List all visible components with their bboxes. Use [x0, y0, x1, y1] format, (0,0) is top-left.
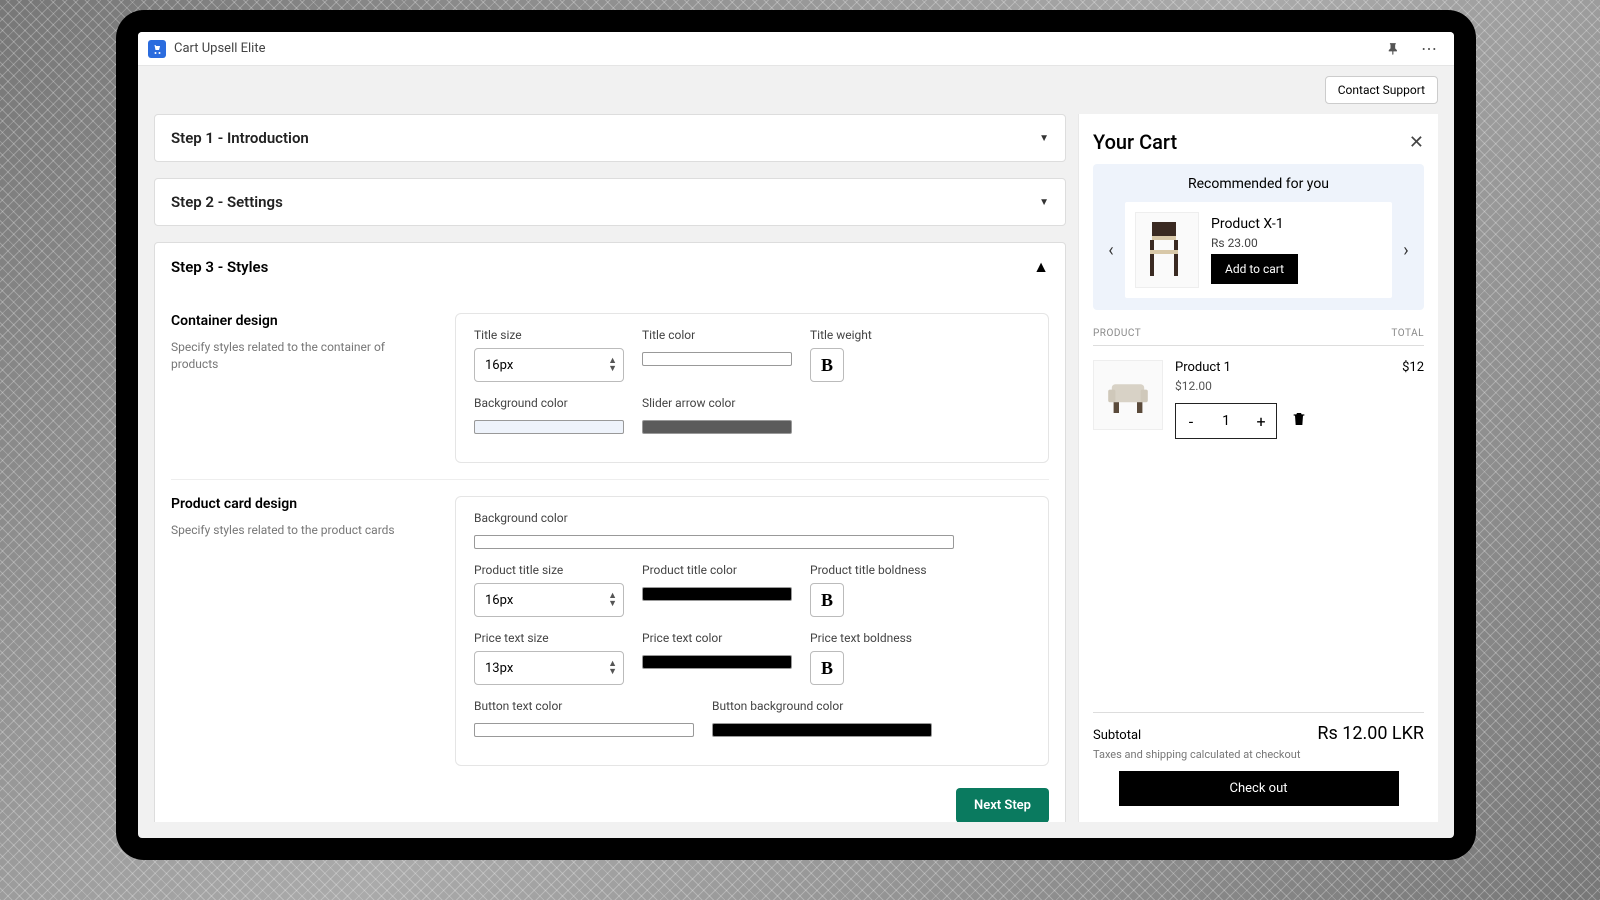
qty-stepper: - 1 +	[1175, 403, 1277, 439]
container-bg-label: Background color	[474, 396, 624, 410]
title-size-select[interactable]: 16px ▲▼	[474, 348, 624, 382]
price-bold-label: Price text boldness	[810, 631, 912, 645]
reco-name: Product X-1	[1211, 216, 1382, 232]
price-color-label: Price text color	[642, 631, 792, 645]
ptitle-size-select[interactable]: 16px ▲▼	[474, 583, 624, 617]
cart-thumb	[1093, 360, 1163, 430]
select-arrows-icon: ▲▼	[608, 660, 617, 676]
product-card-desc: Specify styles related to the product ca…	[171, 522, 431, 539]
close-icon[interactable]: ✕	[1409, 132, 1424, 153]
screen: Cart Upsell Elite ⋯ Contact Support Step…	[138, 32, 1454, 838]
container-design-desc: Specify styles related to the container …	[171, 339, 431, 373]
cart-columns: PRODUCT TOTAL	[1093, 328, 1424, 346]
tax-note: Taxes and shipping calculated at checkou…	[1093, 748, 1424, 761]
cart-item-name: Product 1	[1175, 360, 1390, 375]
title-size-label: Title size	[474, 328, 624, 342]
card-bg-label: Background color	[474, 511, 1030, 525]
ptitle-color-label: Product title color	[642, 563, 792, 577]
btn-bg-swatch[interactable]	[712, 723, 932, 737]
chevron-down-icon: ▼	[1039, 197, 1049, 208]
price-size-select[interactable]: 13px ▲▼	[474, 651, 624, 685]
container-design-title: Container design	[171, 313, 431, 329]
btn-text-color-label: Button text color	[474, 699, 694, 713]
title-weight-label: Title weight	[810, 328, 872, 342]
ptitle-color-swatch[interactable]	[642, 587, 792, 601]
product-card-title: Product card design	[171, 496, 431, 512]
step-2-label: Step 2 - Settings	[171, 193, 283, 211]
select-arrows-icon: ▲▼	[608, 592, 617, 608]
trash-icon[interactable]	[1291, 410, 1307, 432]
slider-prev-icon[interactable]: ‹	[1101, 240, 1121, 261]
config-column: Step 1 - Introduction ▼ Step 2 - Setting…	[154, 114, 1078, 822]
more-icon[interactable]: ⋯	[1415, 39, 1444, 58]
cart-line-total: $12	[1402, 360, 1424, 439]
select-arrows-icon: ▲▼	[608, 357, 617, 373]
add-to-cart-button[interactable]: Add to cart	[1211, 254, 1298, 284]
cart-title: Your Cart	[1093, 130, 1177, 154]
arrow-color-swatch[interactable]	[642, 420, 792, 434]
container-design-section: Container design Specify styles related …	[171, 297, 1049, 479]
cart-footer: Subtotal Rs 12.00 LKR Taxes and shipping…	[1093, 712, 1424, 806]
subtotal-value: Rs 12.00 LKR	[1317, 723, 1424, 744]
step-3-panel: Step 3 - Styles ▲ Container design Speci…	[154, 242, 1066, 822]
recommendation-block: Recommended for you ‹ Product X-1 Rs 23.…	[1093, 164, 1424, 310]
next-step-button[interactable]: Next Step	[956, 788, 1049, 822]
app-icon	[148, 40, 166, 58]
reco-card: Product X-1 Rs 23.00 Add to cart	[1125, 202, 1392, 298]
card-bg-swatch[interactable]	[474, 535, 954, 549]
ptitle-bold-toggle[interactable]: B	[810, 583, 844, 617]
arrow-color-label: Slider arrow color	[642, 396, 792, 410]
reco-thumb	[1135, 212, 1199, 288]
cart-line: Product 1 $12.00 - 1 + $12	[1093, 346, 1424, 453]
ptitle-bold-label: Product title boldness	[810, 563, 927, 577]
step-3-header[interactable]: Step 3 - Styles ▲	[155, 243, 1065, 291]
step-3-label: Step 3 - Styles	[171, 258, 268, 276]
title-color-swatch[interactable]	[642, 352, 792, 366]
step-2-accordion[interactable]: Step 2 - Settings ▼	[154, 178, 1066, 226]
checkout-button[interactable]: Check out	[1119, 771, 1399, 806]
slider-next-icon[interactable]: ›	[1396, 240, 1416, 261]
laptop-frame: Cart Upsell Elite ⋯ Contact Support Step…	[116, 10, 1476, 860]
col-product: PRODUCT	[1093, 328, 1141, 339]
container-bg-swatch[interactable]	[474, 420, 624, 434]
reco-price: Rs 23.00	[1211, 236, 1382, 250]
qty-increase-button[interactable]: +	[1246, 412, 1276, 431]
title-weight-toggle[interactable]: B	[810, 348, 844, 382]
col-total: TOTAL	[1391, 328, 1424, 339]
btn-text-color-swatch[interactable]	[474, 723, 694, 737]
btn-bg-label: Button background color	[712, 699, 932, 713]
price-color-swatch[interactable]	[642, 655, 792, 669]
step-1-accordion[interactable]: Step 1 - Introduction ▼	[154, 114, 1066, 162]
contact-support-button[interactable]: Contact Support	[1325, 76, 1438, 104]
reco-heading: Recommended for you	[1101, 176, 1416, 192]
cart-item-price: $12.00	[1175, 379, 1390, 393]
title-color-label: Title color	[642, 328, 792, 342]
qty-decrease-button[interactable]: -	[1176, 412, 1206, 431]
subheader: Contact Support	[138, 66, 1454, 114]
subtotal-label: Subtotal	[1093, 728, 1141, 743]
cart-preview: Your Cart ✕ Recommended for you ‹ Produc…	[1078, 114, 1438, 822]
step-1-label: Step 1 - Introduction	[171, 129, 309, 147]
pin-icon[interactable]	[1381, 42, 1407, 56]
price-size-label: Price text size	[474, 631, 624, 645]
ptitle-size-label: Product title size	[474, 563, 624, 577]
chevron-down-icon: ▼	[1039, 133, 1049, 144]
app-title: Cart Upsell Elite	[174, 41, 265, 56]
topbar: Cart Upsell Elite ⋯	[138, 32, 1454, 66]
chevron-up-icon: ▲	[1033, 257, 1049, 277]
qty-value: 1	[1206, 413, 1246, 429]
price-bold-toggle[interactable]: B	[810, 651, 844, 685]
product-card-section: Product card design Specify styles relat…	[171, 479, 1049, 782]
